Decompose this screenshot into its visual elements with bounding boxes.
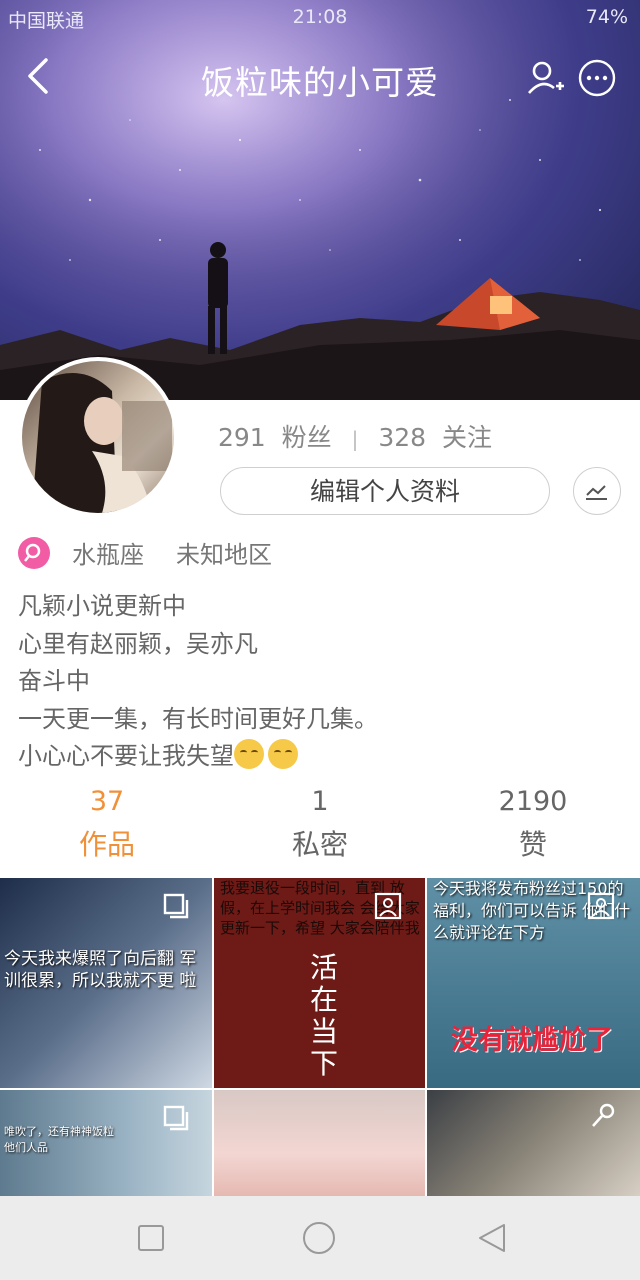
video-thumbnail[interactable]: 今天我来爆照了向后翻 军训很累，所以我就不更 啦 — [0, 878, 212, 1088]
female-gender-icon — [18, 537, 50, 569]
add-friend-icon[interactable] — [526, 58, 566, 98]
bio-text: 凡颖小说更新中 心里有赵丽颖，吴亦凡 奋斗中 一天更一集，有长时间更好几集。 小… — [18, 588, 378, 776]
thumbnail-caption: 唯吹了，还有神神饭粒 他们人品 — [4, 1125, 114, 1154]
top-nav: 饭粒味的小可爱 — [0, 44, 640, 112]
stats-separator: | — [351, 427, 359, 451]
highlight-caption: 没有就尴尬了 — [451, 1025, 613, 1056]
bio-line-last: 小心心不要让我失望 — [18, 738, 378, 776]
multi-image-icon — [163, 1105, 189, 1131]
zodiac-label: 水瓶座 — [72, 541, 144, 569]
microphone-icon — [592, 1103, 615, 1127]
trend-chart-icon — [586, 485, 607, 500]
pensive-emoji-icon — [268, 739, 298, 769]
content-tabs: 37 作品 1 私密 2190 赞 — [0, 786, 640, 866]
tab-private-label: 私密 — [291, 828, 348, 861]
followers-count[interactable]: 291 — [218, 423, 266, 452]
home-icon[interactable] — [302, 1221, 336, 1255]
video-thumbnail[interactable] — [427, 1090, 640, 1196]
battery-label: 74% — [585, 6, 628, 28]
multi-image-icon — [163, 893, 189, 919]
bio-line: 一天更一集，有长时间更好几集。 — [18, 704, 378, 733]
tab-works-label: 作品 — [78, 828, 135, 861]
tab-private-count: 1 — [311, 786, 329, 817]
system-nav-bar — [0, 1196, 640, 1280]
following-label[interactable]: 关注 — [442, 418, 492, 454]
thumbnail-caption: 今天我来爆照了向后翻 军训很累，所以我就不更 啦 — [4, 949, 197, 991]
video-thumbnail[interactable]: 唯吹了，还有神神饭粒 他们人品 — [0, 1090, 212, 1196]
tab-likes-label: 赞 — [518, 828, 547, 861]
back-triangle-icon[interactable] — [476, 1222, 508, 1254]
pensive-emoji-icon — [234, 739, 264, 769]
video-thumbnail[interactable]: 我要退役一段时间，直到 放假，在上学时间我会 会给大家更新一下，希望 大家会陪伴… — [214, 878, 425, 1088]
followers-label[interactable]: 粉丝 — [282, 418, 332, 454]
tab-works-count: 37 — [89, 786, 125, 817]
video-thumbnail[interactable]: 今天我将发布粉丝过150的福利，你们可以告诉 你们什么就评论在下方 没有就尴尬了 — [427, 878, 640, 1088]
bio-line: 奋斗中 — [18, 667, 90, 695]
more-options-icon[interactable] — [577, 58, 617, 98]
recent-apps-icon[interactable] — [137, 1224, 165, 1252]
following-count[interactable]: 328 — [378, 423, 426, 452]
follow-stats: 291 粉丝 | 328 关注 — [218, 418, 492, 454]
bio-line: 凡颖小说更新中 — [18, 592, 186, 620]
tab-likes-count: 2190 — [498, 786, 568, 817]
clock: 21:08 — [292, 6, 348, 28]
image-icon — [374, 892, 402, 920]
avatar-image — [22, 361, 174, 513]
works-grid: 今天我来爆照了向后翻 军训很累，所以我就不更 啦 我要退役一段时间，直到 放假，… — [0, 878, 640, 1196]
bio-line: 小心心不要让我失望 — [18, 742, 234, 770]
calligraphy-text: 活在当下 — [310, 951, 339, 1080]
bio-line: 心里有赵丽颖，吴亦凡 — [18, 629, 258, 658]
location-label: 未知地区 — [176, 541, 272, 569]
video-thumbnail[interactable] — [214, 1090, 425, 1196]
tab-likes[interactable]: 2190 赞 — [426, 786, 640, 863]
avatar[interactable] — [18, 357, 178, 517]
trend-button[interactable] — [573, 467, 621, 515]
tab-works[interactable]: 37 作品 — [0, 786, 214, 863]
edit-profile-button[interactable]: 编辑个人资料 — [220, 467, 550, 515]
tab-private[interactable]: 1 私密 — [213, 786, 427, 863]
status-bar: 中国联通 21:08 74% — [0, 0, 640, 34]
image-icon — [587, 892, 615, 920]
